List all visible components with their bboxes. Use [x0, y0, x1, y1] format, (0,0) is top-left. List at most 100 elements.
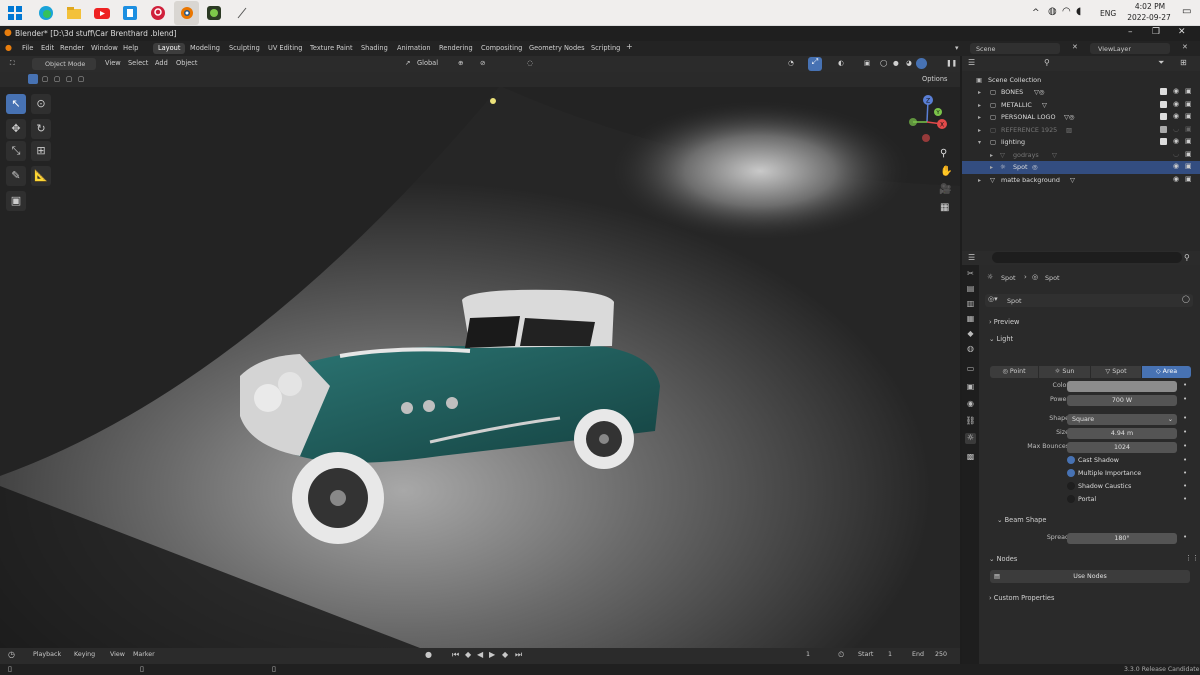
expand-arrow-icon[interactable]: ▸: [978, 127, 981, 134]
perspective-grid-icon[interactable]: ▦: [940, 202, 949, 213]
light-data-tab-icon[interactable]: ☼: [965, 433, 976, 444]
maximize-button[interactable]: ❐: [1152, 27, 1160, 37]
keyframe-dot-icon[interactable]: •: [1183, 469, 1187, 477]
visibility-eye-icon[interactable]: ◉: [1173, 162, 1179, 170]
blender-menu-icon[interactable]: ●: [5, 43, 12, 52]
viewport-menu-select[interactable]: Select: [128, 59, 148, 67]
visibility-eye-icon[interactable]: ◡: [1173, 150, 1179, 158]
include-checkbox[interactable]: [1160, 138, 1167, 145]
render-camera-icon[interactable]: ▣: [1185, 112, 1192, 120]
jump-start-icon[interactable]: ⏮: [452, 650, 459, 660]
menu-file[interactable]: File: [22, 44, 33, 52]
pivot-icon[interactable]: ⊕: [458, 59, 464, 67]
viewport-render[interactable]: [0, 56, 960, 648]
expand-arrow-icon[interactable]: ▸: [978, 102, 981, 109]
keyframe-dot-icon[interactable]: •: [1183, 428, 1187, 436]
visibility-eye-icon[interactable]: ◉: [1173, 175, 1179, 183]
render-camera-icon[interactable]: ▣: [1185, 100, 1192, 108]
options-dropdown[interactable]: Options: [922, 75, 947, 83]
3d-viewport[interactable]: ⛶ Object Mode View Select Add Object ↗ G…: [0, 56, 960, 648]
delete-scene-icon[interactable]: ✕: [1072, 43, 1078, 51]
gizmo-x-label[interactable]: X: [940, 122, 944, 129]
scene-icon[interactable]: ▾: [955, 44, 959, 52]
tab-rendering[interactable]: Rendering: [434, 43, 478, 54]
proportional-edit-icon[interactable]: ◌: [527, 59, 533, 67]
timeline-menu-marker[interactable]: Marker: [133, 651, 155, 658]
scene-tab-icon[interactable]: ◆: [965, 329, 976, 340]
menu-render[interactable]: Render: [60, 44, 84, 52]
render-camera-icon[interactable]: ▣: [1185, 87, 1192, 95]
render-camera-icon[interactable]: ▣: [1185, 150, 1192, 158]
pan-hand-icon[interactable]: ✋: [940, 166, 952, 177]
clock-time[interactable]: 4:02 PM: [1127, 2, 1173, 11]
record-icon[interactable]: ●: [425, 650, 432, 659]
outliner-editor-icon[interactable]: ☰: [968, 58, 975, 67]
blender-taskbar-icon[interactable]: [174, 1, 199, 25]
keyframe-dot-icon[interactable]: •: [1183, 395, 1187, 403]
visibility-eye-icon[interactable]: ◉: [1173, 112, 1179, 120]
scene-selector[interactable]: Scene: [970, 43, 1060, 54]
fake-user-icon[interactable]: ◯: [1182, 295, 1190, 303]
keyframe-dot-icon[interactable]: •: [1183, 456, 1187, 464]
select-tool-icon[interactable]: ↖: [6, 94, 26, 114]
tab-shading[interactable]: Shading: [356, 43, 393, 54]
include-checkbox[interactable]: [1160, 88, 1167, 95]
prev-keyframe-icon[interactable]: ◆: [465, 650, 471, 659]
light-type-spot[interactable]: ▽ Spot: [1091, 366, 1141, 378]
minimize-button[interactable]: –: [1128, 27, 1133, 37]
pen-icon[interactable]: [233, 4, 251, 22]
keyframe-dot-icon[interactable]: •: [1183, 495, 1187, 503]
multiple-importance-checkbox[interactable]: [1067, 469, 1075, 477]
select-intersect-icon[interactable]: ▢: [78, 75, 84, 83]
max-bounces-field[interactable]: 1024: [1067, 442, 1177, 453]
expand-arrow-icon[interactable]: ▸: [978, 89, 981, 96]
tab-uv-editing[interactable]: UV Editing: [263, 43, 307, 54]
include-checkbox[interactable]: [1160, 100, 1167, 108]
visibility-eye-icon[interactable]: ◉: [1173, 100, 1179, 108]
properties-search-field[interactable]: [992, 252, 1182, 263]
render-camera-icon[interactable]: ▣: [1185, 137, 1192, 145]
shadow-caustics-checkbox[interactable]: [1067, 482, 1075, 490]
annotate-tool-icon[interactable]: ✎: [6, 166, 26, 186]
transform-orientation-icon[interactable]: ↗: [405, 59, 411, 67]
app-icon[interactable]: [121, 4, 139, 22]
delete-viewlayer-icon[interactable]: ✕: [1182, 43, 1188, 51]
clock-icon[interactable]: ⏲: [838, 650, 844, 660]
texture-tab-icon[interactable]: ▩: [965, 452, 976, 463]
tab-layout[interactable]: Layout: [153, 43, 186, 54]
shading-rendered-icon[interactable]: [916, 58, 927, 69]
render-camera-icon[interactable]: ▣: [1185, 162, 1192, 170]
gizmo-z-label[interactable]: Z: [926, 98, 930, 105]
youtube-icon[interactable]: [93, 4, 111, 22]
select-invert-icon[interactable]: ▢: [66, 75, 72, 83]
new-collection-icon[interactable]: ⊞: [1180, 58, 1187, 67]
edge-browser-icon[interactable]: [37, 4, 55, 22]
viewport-menu-view[interactable]: View: [105, 59, 121, 67]
move-tool-icon[interactable]: ✥: [6, 119, 26, 139]
datablock-name[interactable]: Spot: [1007, 297, 1022, 305]
expand-arrow-icon[interactable]: ▸: [990, 164, 993, 171]
rotate-tool-icon[interactable]: ↻: [31, 119, 51, 139]
outliner-filter-icon[interactable]: ⏷: [1158, 58, 1164, 68]
outliner-item-matte-background[interactable]: ▸ ▽ matte background ▽ ◉ ▣: [962, 174, 1200, 187]
volume-icon[interactable]: ◖: [1076, 6, 1081, 17]
play-reverse-icon[interactable]: ◀: [477, 650, 483, 659]
jump-end-icon[interactable]: ⏭: [515, 650, 522, 660]
datablock-selector[interactable]: ◎▾ Spot ◯: [985, 294, 1193, 307]
power-field[interactable]: 700 W: [1067, 395, 1177, 406]
portal-checkbox[interactable]: [1067, 495, 1075, 503]
light-type-point[interactable]: ◎ Point: [990, 366, 1038, 378]
keyframe-dot-icon[interactable]: •: [1183, 381, 1187, 389]
outliner-item-personal-logo[interactable]: ▸ ▢ PERSONAL LOGO ▽◎ ◉ ▣: [962, 111, 1200, 124]
light-type-sun[interactable]: ☼ Sun: [1039, 366, 1090, 378]
viewlayer-selector[interactable]: ViewLayer: [1090, 43, 1170, 54]
select-box-mode-icon[interactable]: [28, 74, 38, 84]
measure-tool-icon[interactable]: 📐: [31, 166, 51, 186]
include-checkbox[interactable]: [1160, 113, 1167, 120]
shading-wireframe-icon[interactable]: ◯: [880, 59, 887, 67]
menu-help[interactable]: Help: [123, 44, 139, 52]
snap-icon[interactable]: ⊘: [480, 59, 486, 67]
constraints-tab-icon[interactable]: ⛓: [965, 416, 976, 427]
cursor-tool-icon[interactable]: ⊙: [31, 94, 51, 114]
output-tab-icon[interactable]: ▥: [965, 299, 976, 310]
